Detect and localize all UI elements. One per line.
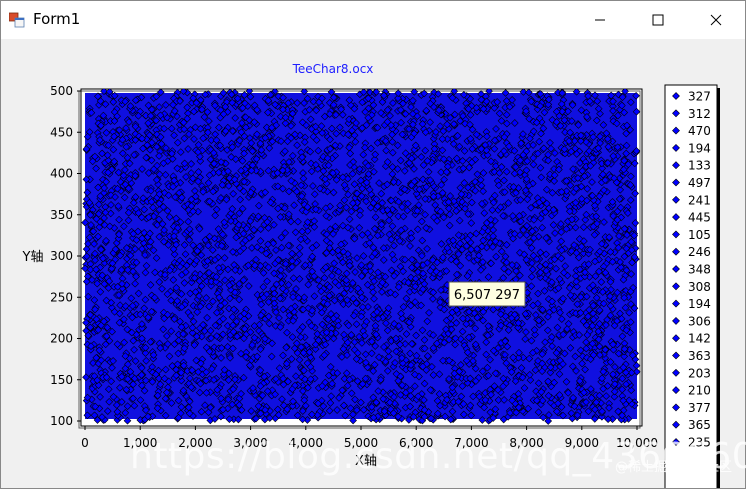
title-bar[interactable]: Form1 [1,1,745,39]
legend-entry: 246 [688,245,711,259]
legend-entry: 203 [688,366,711,380]
legend-entry: 365 [688,418,711,432]
legend-entry: 327 [688,90,711,104]
y-tick-label: 100 [50,414,73,428]
legend-entry: 445 [688,211,711,225]
mark-tip: 6,507 297 [448,281,526,307]
close-button[interactable] [687,1,745,39]
legend-entry: 312 [688,107,711,121]
window-title: Form1 [33,10,81,28]
y-axis-label: Y轴 [22,250,44,265]
legend-entry: 210 [688,384,711,398]
y-tick-label: 350 [50,208,73,222]
y-tick-label: 400 [50,167,73,181]
legend[interactable]: 327 312 470 194 133 497 241 445 105 246 348 308 194 3… [664,84,720,488]
legend-entry: 105 [688,228,711,242]
form1-window: Form1 TeeChar8.ocx 100 150 200 250 300 350 400… [0,0,746,489]
close-icon [710,14,722,26]
maximize-icon [652,14,664,26]
form-client-area: TeeChar8.ocx 100 150 200 250 300 350 400 450 500… [1,39,745,488]
legend-entry: 363 [688,349,711,363]
minimize-button[interactable] [571,1,629,39]
legend-entry: 348 [688,263,711,277]
chart-title: TeeChar8.ocx [292,62,374,76]
y-tick-label: 450 [50,125,73,139]
legend-entry: 308 [688,280,711,294]
legend-entry: 497 [688,176,711,190]
y-tick-label: 300 [50,249,73,263]
legend-entry: 241 [688,193,711,207]
maximize-button[interactable] [629,1,687,39]
form-icon [9,12,25,28]
site-badge: @稀土掘金技术社区 [614,460,732,475]
y-tick-label: 150 [50,373,73,387]
minimize-icon [595,19,605,21]
legend-entry: 142 [688,332,711,346]
legend-entry: 306 [688,314,711,328]
legend-entry: 194 [688,297,711,311]
x-tick-label: 0 [81,436,89,450]
scatter-series [81,89,641,425]
y-tick-label: 250 [50,290,73,304]
mark-tip-text: 6,507 297 [454,288,520,303]
legend-entry: 377 [688,401,711,415]
legend-entry: 133 [688,159,711,173]
teechart-control[interactable]: TeeChar8.ocx 100 150 200 250 300 350 400 450 500… [1,39,745,488]
y-axis: 100 150 200 250 300 350 400 450 500 [50,84,81,428]
y-tick-label: 200 [50,332,73,346]
legend-entry: 194 [688,141,711,155]
legend-entry: 470 [688,124,711,138]
y-tick-label: 500 [50,84,73,98]
